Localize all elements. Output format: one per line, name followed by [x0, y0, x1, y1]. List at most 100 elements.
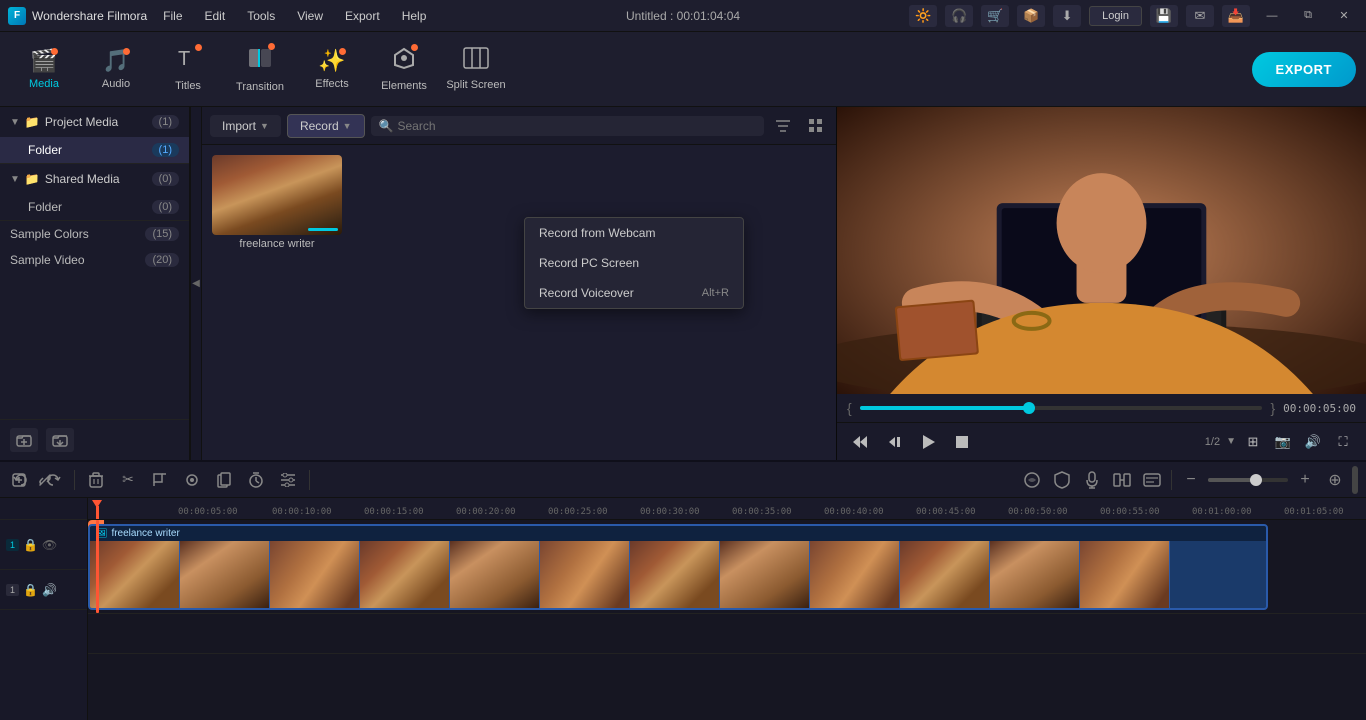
menu-tools[interactable]: Tools — [237, 5, 285, 27]
save-icon[interactable]: 💾 — [1150, 5, 1178, 27]
audio-lock-icon[interactable]: 🔒 — [23, 583, 38, 597]
frame-back-button[interactable] — [881, 429, 907, 455]
sidebar-header-project-media[interactable]: ▼ 📁 Project Media (1) — [0, 107, 189, 137]
crop-button[interactable] — [147, 467, 173, 493]
rotate-button[interactable] — [179, 467, 205, 493]
headphone-icon[interactable]: 🎧 — [945, 5, 973, 27]
maximize-button[interactable]: ⧉ — [1294, 5, 1322, 27]
link-button[interactable] — [34, 469, 56, 491]
mic-button[interactable] — [1079, 467, 1105, 493]
media-icon: 🎬 — [30, 48, 57, 74]
filter-icon[interactable] — [770, 113, 796, 139]
media-item-freelance-writer[interactable]: freelance writer — [212, 155, 342, 250]
copy-button[interactable] — [211, 467, 237, 493]
brightness-icon[interactable]: 🔆 — [909, 5, 937, 27]
caption-button[interactable] — [1139, 467, 1165, 493]
stop-button[interactable] — [949, 429, 975, 455]
volume-icon[interactable]: 🔊 — [1300, 429, 1326, 455]
zoom-slider[interactable] — [1208, 478, 1288, 482]
preview-video — [837, 107, 1366, 394]
fit-timeline-button[interactable]: ⊕ — [1322, 467, 1348, 493]
toolbar-splitscreen[interactable]: Split Screen — [442, 37, 510, 102]
menu-view[interactable]: View — [287, 5, 333, 27]
gift-icon[interactable]: 📦 — [1017, 5, 1045, 27]
toolbar-audio[interactable]: 🎵 Audio — [82, 37, 150, 102]
progress-track[interactable] — [860, 406, 1263, 410]
record-screen-item[interactable]: Record PC Screen — [525, 248, 743, 278]
lock-icon[interactable]: 🔒 — [23, 538, 38, 552]
folder-item-count: (1) — [152, 143, 179, 157]
ruler-mark-5: 00:00:30:00 — [640, 507, 700, 517]
record-voiceover-item[interactable]: Record Voiceover Alt+R — [525, 278, 743, 308]
sidebar-item-sample-video[interactable]: Sample Video (20) — [0, 247, 189, 273]
progress-thumb — [1023, 402, 1035, 414]
audio-volume-icon[interactable]: 🔊 — [42, 583, 57, 597]
add-track-button[interactable] — [8, 469, 30, 491]
menu-help[interactable]: Help — [392, 5, 437, 27]
preview-timeline: { } 00:00:05:00 — [837, 394, 1366, 422]
step-back-button[interactable] — [847, 429, 873, 455]
record-label: Record — [300, 119, 339, 133]
transition-insert-button[interactable] — [1109, 467, 1135, 493]
minimize-button[interactable]: — — [1258, 5, 1286, 27]
record-webcam-item[interactable]: Record from Webcam — [525, 218, 743, 248]
timeline-track-labels: 1 🔒 👁 1 🔒 🔊 — [0, 498, 88, 720]
title-left: F Wondershare Filmora File Edit Tools Vi… — [8, 5, 436, 27]
toolbar-effects[interactable]: ✨ Effects — [298, 37, 366, 102]
search-input[interactable] — [398, 119, 757, 133]
toolbar-media[interactable]: 🎬 Media — [10, 37, 78, 102]
mail-icon[interactable]: ✉ — [1186, 5, 1214, 27]
sidebar-item-shared-folder[interactable]: Folder (0) — [0, 194, 189, 220]
grid-view-icon[interactable] — [802, 113, 828, 139]
clip-name: freelance writer — [111, 528, 179, 539]
smart-cutout-button[interactable] — [1019, 467, 1045, 493]
download-icon[interactable]: ⬇ — [1053, 5, 1081, 27]
clip-thumb-5 — [450, 541, 540, 608]
play-button[interactable] — [915, 429, 941, 455]
toolbar-titles[interactable]: T Titles — [154, 37, 222, 102]
import-button[interactable]: Import ▼ — [210, 115, 281, 137]
export-button[interactable]: EXPORT — [1252, 52, 1356, 87]
cut-button[interactable]: ✂ — [115, 467, 141, 493]
sidebar-item-sample-colors[interactable]: Sample Colors (15) — [0, 221, 189, 247]
shared-media-count: (0) — [152, 172, 179, 186]
video-background — [837, 107, 1366, 394]
toolbar-elements[interactable]: Elements — [370, 37, 438, 102]
notification-icon[interactable]: 📥 — [1222, 5, 1250, 27]
login-button[interactable]: Login — [1089, 6, 1142, 26]
preview-right-controls: 1/2 ▼ ⊞ 📷 🔊 ⛶ — [1205, 429, 1356, 455]
toolbar-transition[interactable]: Transition — [226, 37, 294, 102]
eye-icon[interactable]: 👁 — [42, 538, 57, 552]
ruler-mark-10: 00:00:55:00 — [1100, 507, 1160, 517]
zoom-in-button[interactable]: + — [1292, 467, 1318, 493]
timer-button[interactable] — [243, 467, 269, 493]
video-clip[interactable]: 🖼 freelance writer — [88, 524, 1268, 610]
app-logo: F — [8, 7, 26, 25]
cart-icon[interactable]: 🛒 — [981, 5, 1009, 27]
ruler-mark-1: 00:00:10:00 — [272, 507, 332, 517]
sidebar-item-folder[interactable]: Folder (1) — [0, 137, 189, 163]
sample-colors-count: (15) — [145, 227, 179, 241]
record-voiceover-label: Record Voiceover — [539, 286, 634, 300]
delete-button[interactable] — [83, 467, 109, 493]
settings-list-button[interactable] — [275, 467, 301, 493]
preview-time: 00:00:05:00 — [1283, 402, 1356, 415]
sidebar-collapse-arrow[interactable]: ◀ — [190, 107, 202, 460]
screenshot-icon[interactable]: 📷 — [1270, 429, 1296, 455]
fullscreen-icon[interactable]: ⊞ — [1240, 429, 1266, 455]
menu-file[interactable]: File — [153, 5, 192, 27]
zoom-out-button[interactable]: − — [1178, 467, 1204, 493]
sidebar-header-shared-media[interactable]: ▼ 📁 Shared Media (0) — [0, 164, 189, 194]
record-button[interactable]: Record ▼ — [287, 114, 365, 138]
fullscreen-expand-icon[interactable]: ⛶ — [1330, 429, 1356, 455]
menu-export[interactable]: Export — [335, 5, 390, 27]
menu-edit[interactable]: Edit — [195, 5, 236, 27]
shield-button[interactable] — [1049, 467, 1075, 493]
close-button[interactable]: ✕ — [1330, 5, 1358, 27]
new-folder-button[interactable] — [10, 428, 38, 452]
record-dropdown: Record from Webcam Record PC Screen Reco… — [524, 217, 744, 309]
timeline-drag-handle[interactable] — [1352, 466, 1358, 494]
import-folder-button[interactable] — [46, 428, 74, 452]
playhead-line — [96, 520, 99, 613]
progress-fill — [860, 406, 1029, 410]
